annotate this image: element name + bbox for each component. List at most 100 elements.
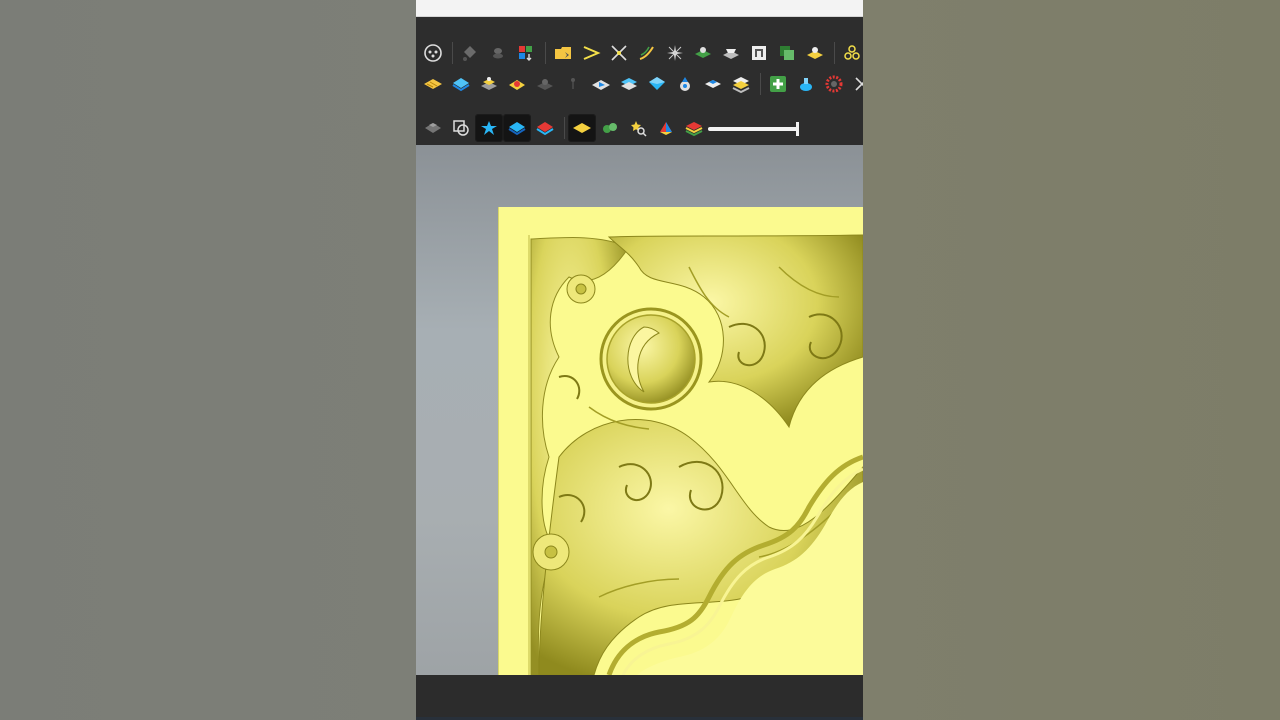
eraser-button[interactable] xyxy=(457,40,483,66)
rainbow-layer-icon xyxy=(685,122,703,137)
toolbar-row-2 xyxy=(420,70,863,98)
toolbar-separator xyxy=(545,42,546,64)
copy-shape-button[interactable] xyxy=(448,115,474,141)
blue-plane-button[interactable] xyxy=(588,71,614,97)
blue-layer-button[interactable] xyxy=(448,71,474,97)
toolbar-separator xyxy=(452,42,453,64)
blue-plane-icon xyxy=(592,80,610,90)
blue-sheet-icon xyxy=(621,78,637,90)
green-relief-button[interactable] xyxy=(690,40,716,66)
stack-relief-icon xyxy=(481,77,497,90)
red-layer-button[interactable] xyxy=(532,115,558,141)
scissor-button[interactable] xyxy=(849,71,863,97)
color-grid-icon xyxy=(519,46,532,61)
curve-path-icon xyxy=(639,46,654,60)
grey-dome-button[interactable] xyxy=(532,71,558,97)
video-letterbox-right xyxy=(863,0,1280,720)
curve-path-button[interactable] xyxy=(634,40,660,66)
red-layer-icon xyxy=(536,122,554,136)
star-search-icon xyxy=(631,121,647,137)
blue-cube-icon xyxy=(649,77,665,90)
grey-cube-icon xyxy=(425,123,441,133)
transform-arrows-icon xyxy=(611,45,627,61)
main-toolbar xyxy=(416,17,863,145)
nodes-icon xyxy=(844,45,860,60)
zoom-slider[interactable] xyxy=(708,122,799,136)
yellow-relief-button[interactable] xyxy=(802,40,828,66)
green-plus-button[interactable] xyxy=(765,71,791,97)
green-cluster-icon xyxy=(603,123,617,133)
blue-sheet-button[interactable] xyxy=(616,71,642,97)
video-letterbox-left xyxy=(0,0,416,720)
yellow-plane-button[interactable] xyxy=(568,114,596,142)
relief-panel xyxy=(499,207,863,675)
toolbar-separator xyxy=(834,42,835,64)
toolbar-separator xyxy=(760,73,761,95)
scissor-icon xyxy=(855,77,863,91)
frame-icon xyxy=(752,46,766,60)
yellow-dome-icon xyxy=(509,80,525,90)
3d-viewport[interactable] xyxy=(416,145,863,675)
star-search-button[interactable] xyxy=(625,115,651,141)
yellow-plane-icon xyxy=(573,123,591,133)
color-prism-button[interactable] xyxy=(653,115,679,141)
eye-dropper-button[interactable] xyxy=(485,40,511,66)
vector-arrow-button[interactable] xyxy=(578,40,604,66)
wood-texture-button[interactable] xyxy=(420,71,446,97)
cad-relief-application xyxy=(416,0,863,720)
star-burst-icon xyxy=(667,45,683,61)
yellow-dome-button[interactable] xyxy=(504,71,530,97)
blue-star-icon xyxy=(481,121,497,135)
pin-icon xyxy=(571,78,575,89)
green-plus-icon xyxy=(770,76,786,92)
stack-relief-button[interactable] xyxy=(476,71,502,97)
blue-block-button[interactable] xyxy=(700,71,726,97)
open-folder-icon xyxy=(555,47,571,59)
vector-arrow-icon xyxy=(583,46,601,60)
red-gear-button[interactable] xyxy=(821,71,847,97)
open-folder-button[interactable] xyxy=(550,40,576,66)
status-bar xyxy=(416,675,863,720)
color-grid-button[interactable] xyxy=(513,40,539,66)
grey-relief-button[interactable] xyxy=(718,40,744,66)
window-title-bar xyxy=(416,0,863,17)
green-cluster-button[interactable] xyxy=(597,115,623,141)
eye-dropper-icon xyxy=(493,48,503,59)
green-relief-icon xyxy=(695,47,711,58)
blue-layer-icon xyxy=(452,78,470,92)
grey-cube-button[interactable] xyxy=(420,115,446,141)
nodes-button[interactable] xyxy=(839,40,863,66)
frame-button[interactable] xyxy=(746,40,772,66)
green-layers-button[interactable] xyxy=(774,40,800,66)
transform-arrows-button[interactable] xyxy=(606,40,632,66)
multi-layer-button[interactable] xyxy=(728,71,754,97)
color-prism-icon xyxy=(660,122,672,135)
zoom-slider-handle[interactable] xyxy=(796,122,799,136)
ornament-relief-icon xyxy=(499,207,863,675)
blue-drop-icon xyxy=(680,77,690,91)
blue-star-button[interactable] xyxy=(475,114,503,142)
star-burst-button[interactable] xyxy=(662,40,688,66)
blue-layer-active-button[interactable] xyxy=(503,114,531,142)
green-layers-icon xyxy=(780,46,794,60)
diamond-eraser-icon xyxy=(463,46,476,61)
blue-jar-icon xyxy=(800,78,812,91)
blue-drop-button[interactable] xyxy=(672,71,698,97)
toolbar-row-3 xyxy=(420,114,709,142)
grey-dome-icon xyxy=(537,79,553,90)
blue-block-icon xyxy=(705,80,721,88)
blue-jar-button[interactable] xyxy=(793,71,819,97)
grey-relief-icon xyxy=(723,49,739,59)
multi-layer-icon xyxy=(732,77,750,94)
rainbow-layer-button[interactable] xyxy=(681,115,707,141)
red-gear-icon xyxy=(825,75,843,93)
view-cube-icon xyxy=(424,44,442,62)
toolbar-separator xyxy=(564,117,565,139)
view-cube-button[interactable] xyxy=(420,40,446,66)
copy-shape-icon xyxy=(453,120,469,136)
yellow-relief-icon xyxy=(807,47,823,59)
pin-button[interactable] xyxy=(560,71,586,97)
blue-layer-active-icon xyxy=(508,122,526,136)
blue-cube-button[interactable] xyxy=(644,71,670,97)
toolbar-row-1 xyxy=(420,39,863,67)
